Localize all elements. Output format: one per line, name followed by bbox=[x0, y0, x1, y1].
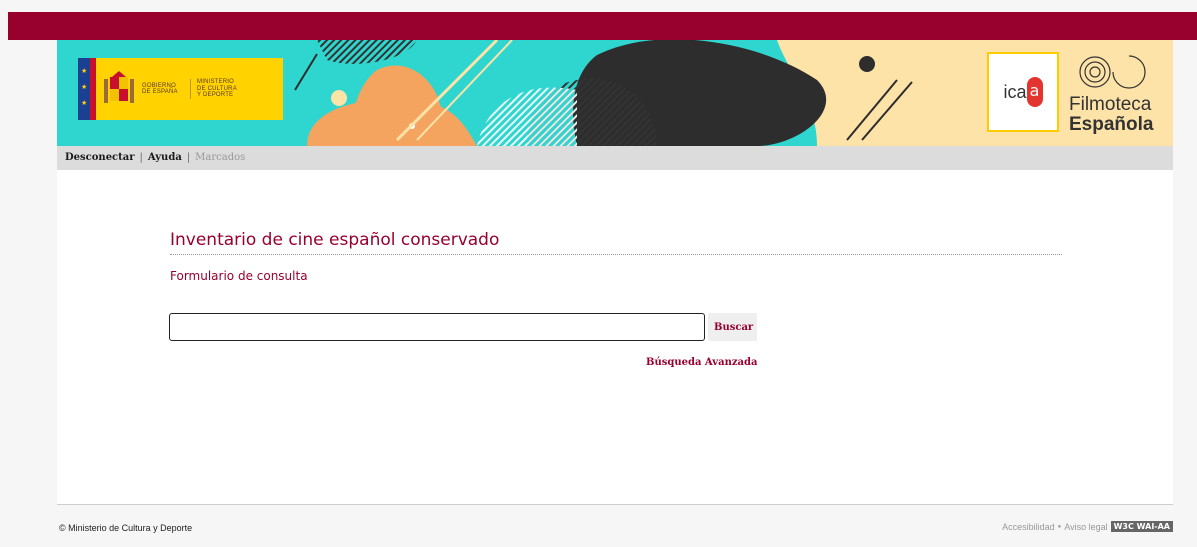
gobierno-logo: ★ ★ ★ GOBIERNO DE ESPAÑA MINISTERIO DE CUL… bbox=[78, 58, 283, 120]
eu-flag-icon: ★ ★ ★ bbox=[78, 58, 90, 120]
advanced-search-link[interactable]: Búsqueda Avanzada bbox=[646, 357, 757, 368]
user-nav-bar: Desconectar | Ayuda | Marcados bbox=[57, 146, 1173, 170]
nav-separator: | bbox=[139, 152, 143, 163]
icaa-logo: ica a bbox=[987, 52, 1059, 132]
title-divider bbox=[170, 254, 1062, 255]
gobierno-text: GOBIERNO DE ESPAÑA bbox=[142, 82, 178, 96]
footer-links: Accesibilidad ● Aviso legal W3C WAI-AA bbox=[1002, 521, 1173, 532]
form-subtitle: Formulario de consulta bbox=[170, 269, 308, 283]
header-banner: ★ ★ ★ GOBIERNO DE ESPAÑA MINISTERIO DE CUL… bbox=[57, 40, 1173, 146]
nav-link-ayuda[interactable]: Ayuda bbox=[148, 152, 182, 163]
coat-of-arms-icon bbox=[104, 71, 134, 103]
page-title: Inventario de cine español conservado bbox=[170, 230, 500, 250]
w3c-wai-aa-badge[interactable]: W3C WAI-AA bbox=[1110, 521, 1173, 532]
filmoteca-line2: Española bbox=[1069, 114, 1154, 135]
ministerio-text: MINISTERIO DE CULTURA Y DEPORTE bbox=[190, 79, 257, 99]
search-input[interactable] bbox=[169, 313, 705, 341]
top-color-bar bbox=[8, 12, 1197, 40]
search-button[interactable]: Buscar bbox=[708, 313, 757, 341]
nav-link-marcados: Marcados bbox=[195, 152, 246, 163]
filmoteca-logo: Filmoteca Española bbox=[1067, 50, 1167, 136]
accessibility-link[interactable]: Accesibilidad bbox=[1002, 522, 1055, 532]
nav-link-desconectar[interactable]: Desconectar bbox=[65, 152, 135, 163]
footer-copyright: © Ministerio de Cultura y Deporte bbox=[59, 523, 193, 533]
legal-notice-link[interactable]: Aviso legal bbox=[1064, 522, 1107, 532]
filmoteca-line1: Filmoteca bbox=[1069, 94, 1152, 115]
nav-separator: | bbox=[186, 152, 191, 163]
footer-bullet: ● bbox=[1057, 523, 1062, 530]
filmoteca-spiral-icon bbox=[1079, 55, 1146, 89]
main-content: Inventario de cine español conservado Fo… bbox=[57, 170, 1173, 505]
